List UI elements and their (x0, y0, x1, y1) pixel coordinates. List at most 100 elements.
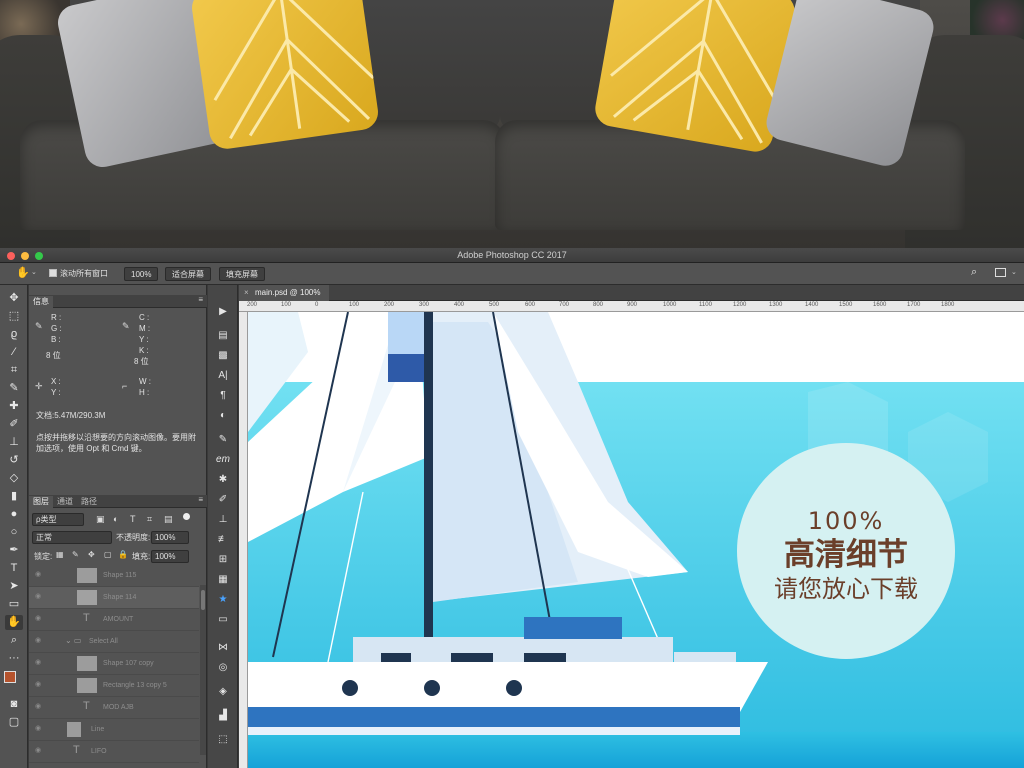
hint-line-1: 点按并拖移以沿想要的方向滚动图像。要用附 (36, 433, 196, 442)
fill-input[interactable]: 100% (151, 550, 189, 563)
tab-info[interactable]: 信息 (29, 296, 53, 308)
layer-filter-select[interactable]: ρ类型 (32, 513, 84, 526)
chevron-down-icon[interactable]: ⌄ (1011, 268, 1017, 276)
marquee-icon[interactable]: ⬚ (5, 309, 23, 324)
document-tab[interactable]: × main.psd @ 100% (239, 285, 329, 301)
brush-icon[interactable]: ✐ (5, 417, 23, 432)
gradient-icon[interactable]: ▮ (5, 489, 23, 504)
stamp-icon[interactable]: ⊥ (5, 435, 23, 450)
pen-icon[interactable]: ✒ (5, 543, 23, 558)
lock-move-icon[interactable]: ✥ (88, 550, 95, 559)
filter-shape-icon[interactable]: ⌗ (147, 514, 152, 525)
filter-type-icon[interactable]: T (130, 514, 136, 524)
swatches-icon[interactable]: ▩ (216, 349, 230, 363)
navigator-icon[interactable]: ⬚ (216, 733, 230, 747)
close-icon[interactable]: × (244, 285, 249, 301)
lock-all-icon[interactable]: 🔒 (118, 550, 128, 559)
layer-row[interactable]: ◉ Rectangle 13 copy 5 (29, 675, 199, 697)
path-select-icon[interactable]: ➤ (5, 579, 23, 594)
zoom-icon[interactable]: ⌕ (5, 633, 23, 648)
layers-scrollbar[interactable] (200, 585, 206, 755)
move-icon[interactable]: ✥ (5, 291, 23, 306)
crop-icon[interactable]: ⌗ (5, 363, 23, 378)
clone-source-icon[interactable]: ⊥ (216, 513, 230, 527)
properties-icon[interactable]: ✱ (216, 473, 230, 487)
magic-wand-icon[interactable]: ⁄ (5, 345, 23, 360)
character-icon[interactable]: A| (216, 369, 230, 383)
layer-row[interactable]: ◉ T AMOUNT (29, 609, 199, 631)
glyphs-icon[interactable]: em (216, 453, 230, 467)
workspace-icon[interactable] (995, 268, 1006, 277)
visibility-eye-icon[interactable]: ◉ (35, 702, 45, 710)
panel-menu-icon[interactable]: ≡ (198, 295, 203, 304)
blur-icon[interactable]: ● (5, 507, 23, 522)
checkbox-box[interactable] (49, 269, 57, 277)
layer-row[interactable]: ◉ Shape 107 copy (29, 653, 199, 675)
hand-icon[interactable]: ✋ (5, 615, 23, 630)
brush-settings-icon[interactable]: ✎ (216, 433, 230, 447)
timeline-icon[interactable]: ▭ (216, 613, 230, 627)
libraries-icon[interactable]: ★ (216, 593, 230, 607)
filter-pixel-icon[interactable]: ▣ (96, 514, 105, 525)
layer-row[interactable]: ◉ T MOD AJB (29, 697, 199, 719)
tab-channels[interactable]: 通道 (53, 496, 77, 507)
search-icon[interactable]: ⌕ (971, 266, 977, 279)
ruler-label: 600 (525, 302, 536, 308)
visibility-eye-icon[interactable]: ◉ (35, 746, 45, 754)
visibility-eye-icon[interactable]: ◉ (35, 614, 45, 622)
styles-icon[interactable]: ◎ (216, 661, 230, 675)
eyedropper-icon[interactable]: ✎ (5, 381, 23, 396)
layer-row[interactable]: ◉ Shape 114 (29, 587, 199, 609)
zoom-100-button[interactable]: 100% (124, 267, 159, 281)
hand-tool-preset-icon[interactable]: ✋ (16, 266, 30, 279)
layers-icon[interactable]: ◈ (216, 685, 230, 699)
tab-layers[interactable]: 图层 (29, 496, 53, 508)
play-icon[interactable]: ▶ (216, 305, 230, 319)
filter-toggle-icon[interactable] (183, 513, 190, 520)
screen-mode-icon[interactable]: ▢ (5, 715, 23, 730)
filter-adjust-icon[interactable]: ◐ (113, 514, 118, 524)
fit-screen-button[interactable]: 适合屏幕 (165, 267, 211, 281)
3d-icon[interactable]: ⋈ (216, 641, 230, 655)
blend-mode-select[interactable]: 正常 (32, 531, 112, 544)
brush-presets-icon[interactable]: ✐ (216, 493, 230, 507)
history-brush-icon[interactable]: ↺ (5, 453, 23, 468)
rectangle-icon[interactable]: ▭ (5, 597, 23, 612)
lock-transparent-icon[interactable]: ▦ (56, 550, 64, 559)
layer-row[interactable]: ◉ ⌄ ▭ Select All (29, 631, 199, 653)
lock-paint-icon[interactable]: ✎ (72, 550, 79, 559)
healing-icon[interactable]: ✚ (5, 399, 23, 414)
visibility-eye-icon[interactable]: ◉ (35, 592, 45, 600)
visibility-eye-icon[interactable]: ◉ (35, 680, 45, 688)
visibility-eye-icon[interactable]: ◉ (35, 658, 45, 666)
type-icon[interactable]: T (5, 561, 23, 576)
layer-comps-icon[interactable]: ⊞ (216, 553, 230, 567)
tab-paths[interactable]: 路径 (77, 496, 101, 507)
paragraph-icon[interactable]: ¶ (216, 389, 230, 403)
scroll-all-windows-checkbox[interactable]: 滚动所有窗口 (49, 268, 108, 279)
layer-row[interactable]: ◉ Line (29, 719, 199, 741)
layer-row[interactable]: ◉ T LIFO (29, 741, 199, 763)
scroll-thumb[interactable] (201, 590, 205, 610)
chevron-down-icon[interactable]: ⌄ (31, 268, 37, 276)
filter-smart-icon[interactable]: ▤ (164, 514, 173, 525)
panel-menu-icon[interactable]: ≡ (198, 495, 203, 504)
visibility-eye-icon[interactable]: ◉ (35, 724, 45, 732)
eraser-icon[interactable]: ◇ (5, 471, 23, 486)
history-icon[interactable]: ▤ (216, 329, 230, 343)
align-icon[interactable]: ≢ (216, 533, 230, 547)
more-tools-icon[interactable]: ··· (5, 651, 23, 666)
fill-screen-button[interactable]: 填充屏幕 (219, 267, 265, 281)
foreground-color-swatch[interactable] (4, 671, 16, 683)
quick-mask-icon[interactable]: ◙ (5, 697, 23, 712)
lasso-icon[interactable]: ϱ (5, 327, 23, 342)
grid-icon[interactable]: ▦ (216, 573, 230, 587)
visibility-eye-icon[interactable]: ◉ (35, 570, 45, 578)
dodge-icon[interactable]: ○ (5, 525, 23, 540)
adjustments-icon[interactable]: ◐ (216, 409, 230, 423)
visibility-eye-icon[interactable]: ◉ (35, 636, 45, 644)
histogram-icon[interactable]: ▟ (216, 709, 230, 723)
lock-artboard-icon[interactable]: ▢ (104, 550, 112, 559)
layer-row[interactable]: ◉ Shape 115 (29, 565, 199, 587)
opacity-input[interactable]: 100% (151, 531, 189, 544)
